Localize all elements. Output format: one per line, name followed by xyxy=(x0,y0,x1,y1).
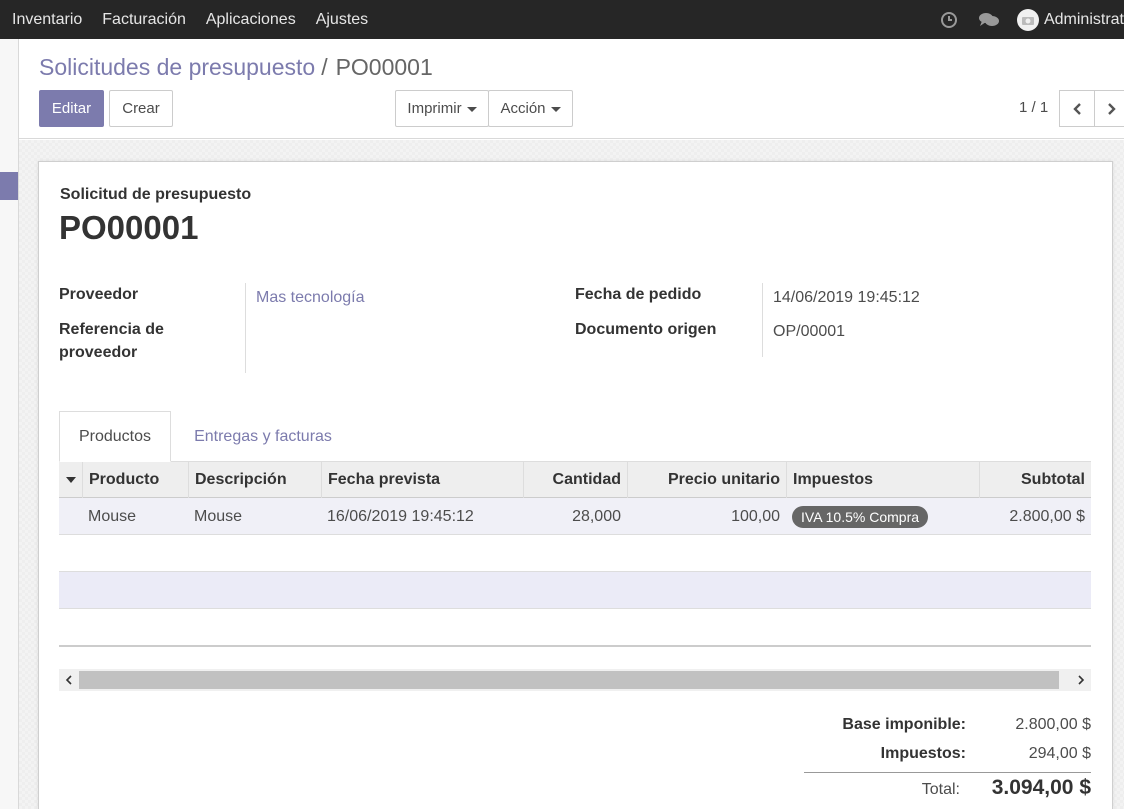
print-dropdown-button[interactable]: Imprimir xyxy=(395,90,489,127)
menu-ajustes[interactable]: Ajustes xyxy=(306,0,378,39)
breadcrumb: Solicitudes de presupuesto / PO00001 xyxy=(39,54,433,81)
header-producto[interactable]: Producto xyxy=(82,462,188,498)
cell-description: Mouse xyxy=(194,507,243,525)
control-panel: Solicitudes de presupuesto / PO00001 Edi… xyxy=(19,39,1124,139)
table-row[interactable]: Mouse Mouse 16/06/2019 19:45:12 28,000 1… xyxy=(59,498,1091,535)
left-rail-marker xyxy=(0,172,18,200)
user-name: Administrat xyxy=(1043,10,1124,28)
menu-facturacion[interactable]: Facturación xyxy=(92,0,196,39)
cell-product: Mouse xyxy=(88,507,137,525)
top-navbar: Inventario Facturación Aplicaciones Ajus… xyxy=(0,0,1124,39)
action-label: Acción xyxy=(500,100,546,117)
menu-aplicaciones[interactable]: Aplicaciones xyxy=(196,0,306,39)
untaxed-amount-label: Base imponible: xyxy=(842,716,966,733)
pager-previous-button[interactable] xyxy=(1059,90,1095,127)
activity-clock-icon[interactable] xyxy=(929,0,969,39)
breadcrumb-separator: / xyxy=(321,54,328,80)
vendor-ref-label-line-2: proveedor xyxy=(59,344,138,361)
action-dropdown-button[interactable]: Acción xyxy=(488,90,573,127)
totals-divider xyxy=(804,772,1091,773)
chevron-left-icon xyxy=(1073,102,1081,115)
scrollbar-thumb[interactable] xyxy=(79,671,1059,689)
cell-date: 16/06/2019 19:45:12 xyxy=(327,507,474,525)
field-separator xyxy=(762,283,763,357)
order-date-value: 14/06/2019 19:45:12 xyxy=(773,289,920,306)
untaxed-amount-value: 2.800,00 $ xyxy=(1015,716,1091,733)
systray: Administrat xyxy=(929,0,1124,39)
table-header: Producto Descripción Fecha prevista Cant… xyxy=(59,461,1091,498)
main-menu: Inventario Facturación Aplicaciones Ajus… xyxy=(0,0,378,39)
chevron-left-icon xyxy=(65,675,72,685)
header-subtotal[interactable]: Subtotal xyxy=(979,462,1091,498)
document-type-label: Solicitud de presupuesto xyxy=(60,186,252,203)
table-row-empty xyxy=(59,535,1091,572)
form-view: Solicitud de presupuesto PO00001 Proveed… xyxy=(19,140,1124,809)
create-button[interactable]: Crear xyxy=(109,90,173,127)
breadcrumb-parent-link[interactable]: Solicitudes de presupuesto xyxy=(39,54,315,81)
caret-down-icon xyxy=(550,107,561,112)
edit-button[interactable]: Editar xyxy=(39,90,104,127)
horizontal-scrollbar[interactable] xyxy=(59,669,1091,691)
header-precio-unitario[interactable]: Precio unitario xyxy=(627,462,786,498)
vendor-ref-label-line-1: Referencia de xyxy=(59,321,164,338)
chevron-right-icon xyxy=(1078,675,1085,685)
header-descripcion[interactable]: Descripción xyxy=(188,462,321,498)
pager-next-button[interactable] xyxy=(1094,90,1124,127)
print-label: Imprimir xyxy=(407,100,462,117)
caret-down-icon xyxy=(466,107,477,112)
total-label: Total: xyxy=(921,781,960,798)
user-menu[interactable]: Administrat xyxy=(1009,0,1124,39)
field-separator xyxy=(245,283,246,373)
tax-badge: IVA 10.5% Compra xyxy=(792,505,929,528)
pager-value[interactable]: 1 / 1 xyxy=(1019,99,1048,116)
source-document-value: OP/00001 xyxy=(773,323,846,340)
left-rail xyxy=(0,39,19,809)
cell-quantity: 28,000 xyxy=(572,507,621,525)
cell-subtotal: 2.800,00 $ xyxy=(1009,507,1085,525)
cell-unit-price: 100,00 xyxy=(731,507,780,525)
cell-taxes: IVA 10.5% Compra xyxy=(786,498,979,535)
column-toggle[interactable] xyxy=(59,462,82,498)
breadcrumb-current: PO00001 xyxy=(335,54,433,80)
scroll-right-button[interactable] xyxy=(1071,669,1091,691)
menu-inventario[interactable]: Inventario xyxy=(0,0,92,39)
avatar xyxy=(1016,8,1039,31)
document-name: PO00001 xyxy=(59,209,199,246)
table-row-empty xyxy=(59,572,1091,609)
order-date-label: Fecha de pedido xyxy=(575,286,702,303)
vendor-link[interactable]: Mas tecnología xyxy=(256,286,365,309)
form-sheet: Solicitud de presupuesto PO00001 Proveed… xyxy=(38,161,1113,809)
taxes-amount-label: Impuestos: xyxy=(880,745,966,762)
header-fecha-prevista[interactable]: Fecha prevista xyxy=(321,462,523,498)
chevron-right-icon xyxy=(1108,102,1116,115)
header-cantidad[interactable]: Cantidad xyxy=(523,462,627,498)
table-row-empty xyxy=(59,609,1091,647)
header-impuestos[interactable]: Impuestos xyxy=(786,462,979,498)
scroll-left-button[interactable] xyxy=(59,669,79,691)
caret-down-icon xyxy=(65,477,76,483)
vendor-label: Proveedor xyxy=(59,286,139,303)
tab-productos[interactable]: Productos xyxy=(59,411,171,462)
tab-entregas-facturas[interactable]: Entregas y facturas xyxy=(179,411,347,462)
messaging-chat-icon[interactable] xyxy=(969,0,1009,39)
taxes-amount-value: 294,00 $ xyxy=(1028,745,1091,762)
source-document-label: Documento origen xyxy=(575,321,717,338)
total-value: 3.094,00 $ xyxy=(991,776,1091,799)
